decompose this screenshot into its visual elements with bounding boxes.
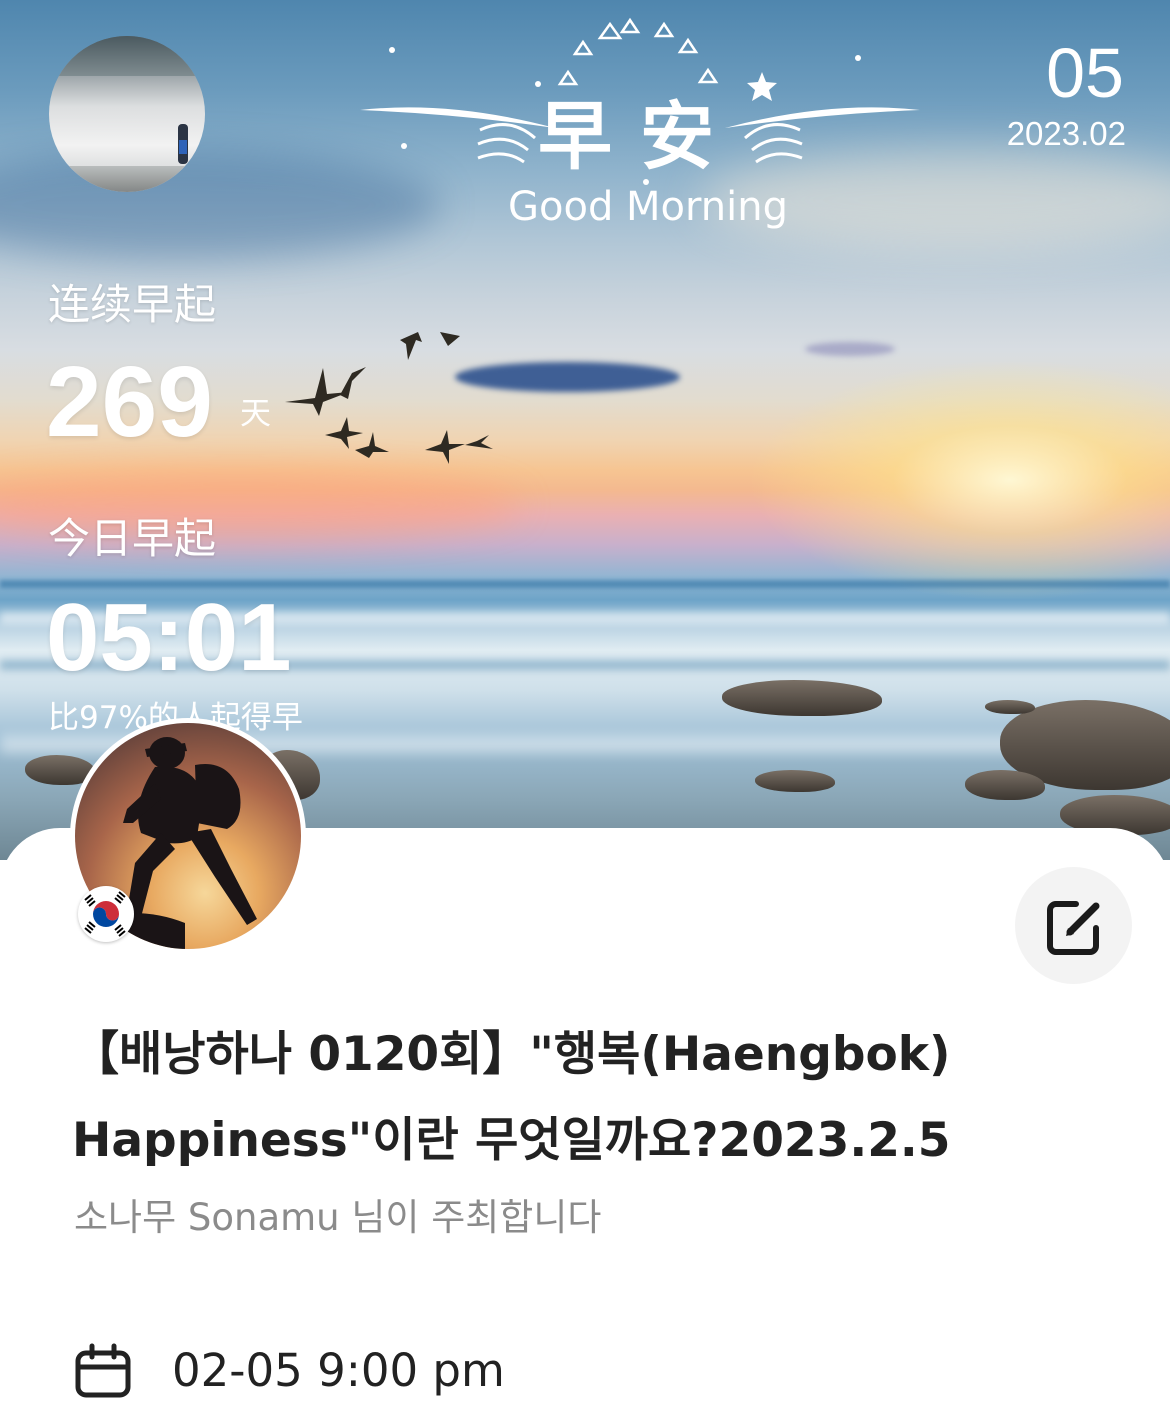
- today-time: 05:01: [46, 584, 292, 691]
- greeting-cn: 早安: [538, 94, 742, 180]
- rock: [965, 770, 1045, 800]
- rock: [985, 700, 1035, 714]
- event-datetime: 02-05 9:00 pm: [172, 1344, 505, 1397]
- cloud: [805, 342, 895, 356]
- user-avatar[interactable]: [49, 36, 205, 192]
- event-host: 소나무 Sonamu 님이 주최합니다: [74, 1196, 602, 1239]
- calendar-icon: [75, 1343, 131, 1398]
- date-year-month: 2023.02: [1006, 115, 1126, 152]
- streak-value: 269: [46, 346, 213, 458]
- today-label: 今日早起: [48, 514, 217, 563]
- date-day: 05: [1046, 34, 1124, 112]
- good-morning-emblem: 早安 Good Morning: [360, 17, 920, 230]
- avatar-trees: [49, 36, 205, 76]
- edit-icon: [1046, 900, 1099, 955]
- edit-button[interactable]: [1015, 867, 1132, 984]
- avatar-person-shirt: [179, 140, 187, 154]
- south-korea-flag-icon: [78, 886, 134, 942]
- streak-label: 连续早起: [48, 280, 217, 329]
- rock: [722, 680, 882, 716]
- avatar-ground: [49, 166, 205, 192]
- rock: [755, 770, 835, 792]
- event-title: 【배낭하나 0120회】"행복(Haengbok) Happiness"이란 무…: [72, 1027, 951, 1168]
- birds-illustration: [285, 332, 493, 464]
- greeting-en: Good Morning: [508, 184, 788, 230]
- streak-unit: 天: [240, 396, 271, 432]
